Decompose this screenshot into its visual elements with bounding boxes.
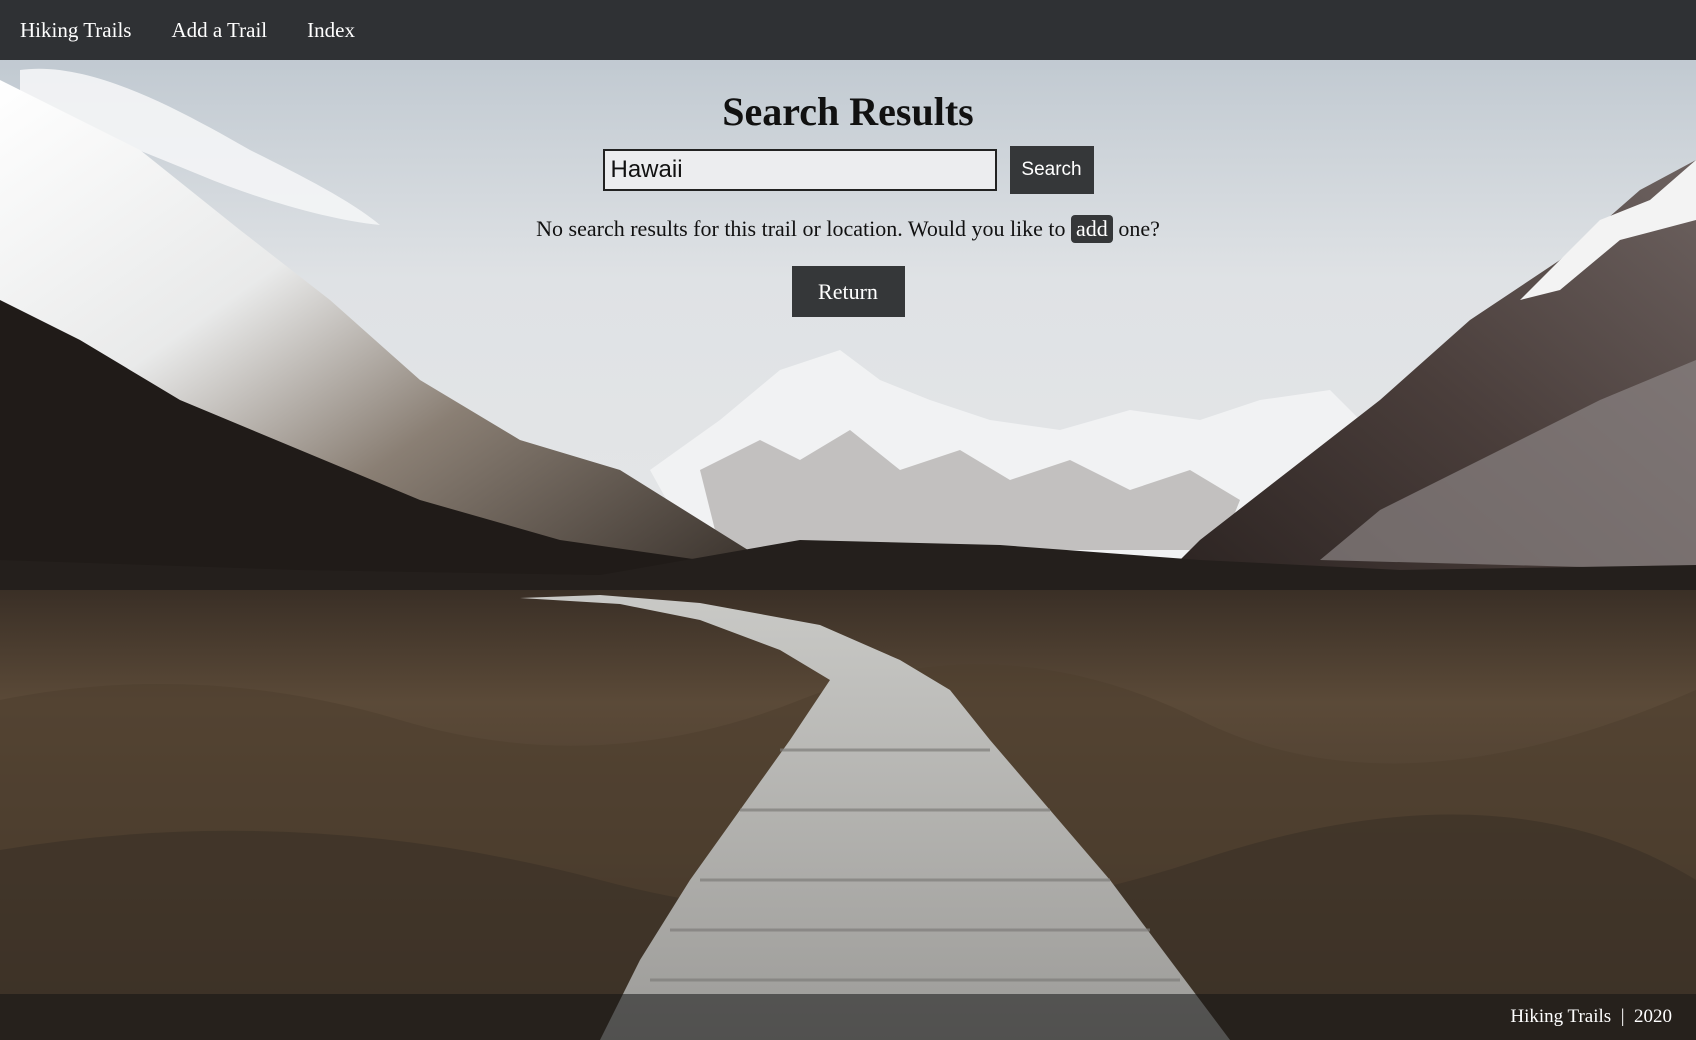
add-trail-link[interactable]: add — [1071, 215, 1113, 243]
page-title: Search Results — [722, 89, 974, 134]
search-button[interactable]: Search — [1009, 146, 1094, 194]
main-content: Search Results Search No search results … — [0, 60, 1696, 317]
footer: Hiking Trails | 2020 — [0, 994, 1696, 1040]
nav-index-link[interactable]: Index — [307, 0, 355, 60]
return-wrap: Return — [0, 266, 1696, 317]
footer-text: Hiking Trails | 2020 — [1510, 1006, 1672, 1027]
nav-add-trail-link[interactable]: Add a Trail — [171, 0, 267, 60]
search-form: Search — [0, 146, 1696, 194]
return-button[interactable]: Return — [791, 266, 905, 317]
nav-brand-link[interactable]: Hiking Trails — [20, 0, 131, 60]
search-input[interactable] — [602, 149, 997, 191]
no-results-text-end: one? — [1118, 216, 1160, 241]
navbar: Hiking Trails Add a Trail Index — [0, 0, 1696, 60]
no-results-text: No search results for this trail or loca… — [536, 216, 1066, 241]
no-results-message: No search results for this trail or loca… — [0, 214, 1696, 244]
